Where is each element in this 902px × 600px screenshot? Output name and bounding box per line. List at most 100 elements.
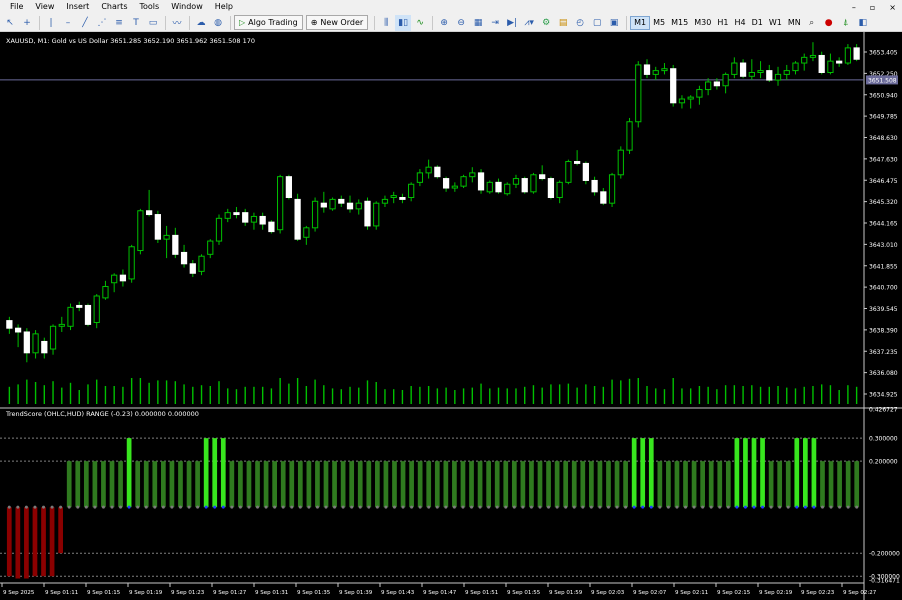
algo-trading-button[interactable]: ▷ Algo Trading bbox=[234, 15, 303, 30]
terminal-icon[interactable]: ▣ bbox=[606, 15, 622, 31]
trendscore-bar bbox=[794, 438, 800, 508]
label-icon[interactable]: ▭ bbox=[145, 15, 161, 31]
templates-icon[interactable]: ▤ bbox=[555, 15, 571, 31]
bar-chart-icon[interactable]: ⫼ bbox=[378, 15, 394, 31]
signal-icon[interactable]: ⍋ bbox=[838, 15, 854, 31]
time-axis-label: 9 Sep 01:55 bbox=[507, 590, 541, 596]
candle-body bbox=[766, 70, 773, 81]
timeframe-h1[interactable]: H1 bbox=[714, 16, 731, 30]
zero-dot bbox=[136, 505, 140, 509]
zero-dot bbox=[213, 505, 217, 509]
zero-dot bbox=[855, 505, 859, 509]
timeframe-m30[interactable]: M30 bbox=[691, 16, 714, 30]
zoom-out-icon[interactable]: ⊖ bbox=[453, 15, 469, 31]
zero-dot bbox=[101, 505, 105, 509]
trendscore-bar bbox=[828, 461, 834, 508]
minimize-button[interactable]: – bbox=[852, 3, 856, 12]
zero-dot bbox=[281, 505, 285, 509]
market-watch-icon[interactable]: ◴ bbox=[572, 15, 588, 31]
timeframe-mn[interactable]: MN bbox=[785, 16, 804, 30]
time-axis-label: 9 Sep 01:59 bbox=[549, 590, 583, 596]
candle-body bbox=[172, 234, 179, 255]
candle-body bbox=[41, 340, 48, 354]
candle-body bbox=[137, 210, 144, 252]
zero-dot bbox=[350, 505, 354, 509]
candle-body bbox=[355, 202, 362, 210]
trendscore-bar bbox=[614, 461, 620, 508]
zero-dot bbox=[606, 505, 610, 509]
candle-body bbox=[687, 96, 694, 100]
axes: 3653.4053652.2503650.9403649.7853648.630… bbox=[1, 50, 900, 596]
menu-insert[interactable]: Insert bbox=[60, 0, 95, 14]
timeframe-w1[interactable]: W1 bbox=[766, 16, 785, 30]
timeframe-m5[interactable]: M5 bbox=[650, 16, 668, 30]
timeframe-m1[interactable]: M1 bbox=[630, 15, 651, 30]
chart-window[interactable]: 3653.405 3652.250 3650.940 3649.785 3648.630… bbox=[0, 32, 902, 600]
time-axis-label: 9 Sep 02:07 bbox=[633, 590, 667, 596]
trendscore-bar bbox=[803, 438, 808, 508]
close-button[interactable]: × bbox=[889, 3, 896, 12]
candles-icon[interactable]: ▮▯ bbox=[395, 14, 412, 31]
line-chart-icon[interactable]: ∿ bbox=[412, 15, 428, 31]
search-icon[interactable]: ⌕ bbox=[804, 15, 820, 31]
price-axis-label: 3634.925 bbox=[869, 392, 898, 399]
fibo-icon[interactable]: ⋰ bbox=[94, 15, 110, 31]
trendline-icon[interactable]: ╱ bbox=[77, 15, 93, 31]
menu-charts[interactable]: Charts bbox=[95, 0, 133, 14]
price-axis-label: 3638.390 bbox=[869, 327, 898, 334]
settings-icon[interactable]: ⚙ bbox=[538, 15, 554, 31]
new-order-button[interactable]: ⊕ New Order bbox=[305, 15, 369, 30]
time-axis-label: 9 Sep 01:11 bbox=[45, 590, 78, 596]
channel-icon[interactable]: ≡ bbox=[111, 15, 127, 31]
play-icon: ▷ bbox=[239, 18, 246, 27]
zero-dot bbox=[153, 505, 157, 509]
chart-shift-icon[interactable]: ⇥ bbox=[487, 15, 503, 31]
tile-windows-icon[interactable]: ▦ bbox=[470, 15, 486, 31]
zero-dot bbox=[632, 505, 636, 509]
navigator-icon[interactable]: ▢ bbox=[589, 15, 605, 31]
indicators-icon[interactable]: 〰 bbox=[169, 15, 185, 31]
candle-body bbox=[14, 327, 22, 333]
crosshair-icon[interactable]: + bbox=[19, 15, 35, 31]
restore-button[interactable]: ▫ bbox=[870, 3, 875, 12]
menu-file[interactable]: File bbox=[0, 0, 29, 14]
candle-body bbox=[678, 98, 686, 104]
candle-body bbox=[574, 161, 581, 164]
trendscore-bar bbox=[135, 461, 141, 508]
candle-body bbox=[76, 304, 83, 308]
zero-dot bbox=[161, 505, 165, 509]
globe-icon[interactable]: ◍ bbox=[210, 15, 226, 31]
timeframe-d1[interactable]: D1 bbox=[749, 16, 766, 30]
autoscroll-icon[interactable]: ▶| bbox=[504, 15, 520, 31]
time-axis-label: 9 Sep 01:19 bbox=[129, 590, 163, 596]
trendscore-bar bbox=[263, 461, 269, 508]
trendscore-bar bbox=[32, 507, 38, 577]
chart-type-icon[interactable]: ⩘▾ bbox=[521, 15, 537, 31]
grid bbox=[0, 32, 902, 600]
alert-icon[interactable]: ● bbox=[821, 15, 837, 31]
account-icon[interactable]: ◧ bbox=[855, 15, 871, 31]
trendscore-bar bbox=[785, 461, 791, 508]
vertical-line-icon[interactable]: | bbox=[43, 15, 59, 31]
trendscore-bar bbox=[178, 461, 183, 508]
horizontal-line-icon[interactable]: – bbox=[60, 15, 76, 31]
timeframe-m15[interactable]: M15 bbox=[668, 16, 691, 30]
zoom-in-icon[interactable]: ⊕ bbox=[436, 15, 452, 31]
menu-window[interactable]: Window bbox=[165, 0, 209, 14]
menu-help[interactable]: Help bbox=[209, 0, 239, 14]
menu-tools[interactable]: Tools bbox=[133, 0, 165, 14]
trendscore-bar bbox=[49, 507, 55, 577]
zero-dot bbox=[829, 505, 833, 509]
chart-canvas[interactable]: 3653.4053652.2503650.9403649.7853648.630… bbox=[0, 32, 902, 600]
text-icon[interactable]: T bbox=[128, 15, 144, 31]
cursor-icon[interactable]: ↖ bbox=[2, 15, 18, 31]
price-axis-label: 3639.545 bbox=[869, 306, 898, 313]
zero-dot bbox=[7, 505, 11, 509]
cloud-icon[interactable]: ☁ bbox=[193, 15, 209, 31]
menu-bar: File View Insert Charts Tools Window Hel… bbox=[0, 0, 902, 14]
trendscore-bar bbox=[768, 461, 774, 508]
timeframe-h4[interactable]: H4 bbox=[731, 16, 748, 30]
trendscore-bar bbox=[554, 461, 560, 508]
candle-body bbox=[32, 333, 39, 354]
menu-view[interactable]: View bbox=[29, 0, 60, 14]
